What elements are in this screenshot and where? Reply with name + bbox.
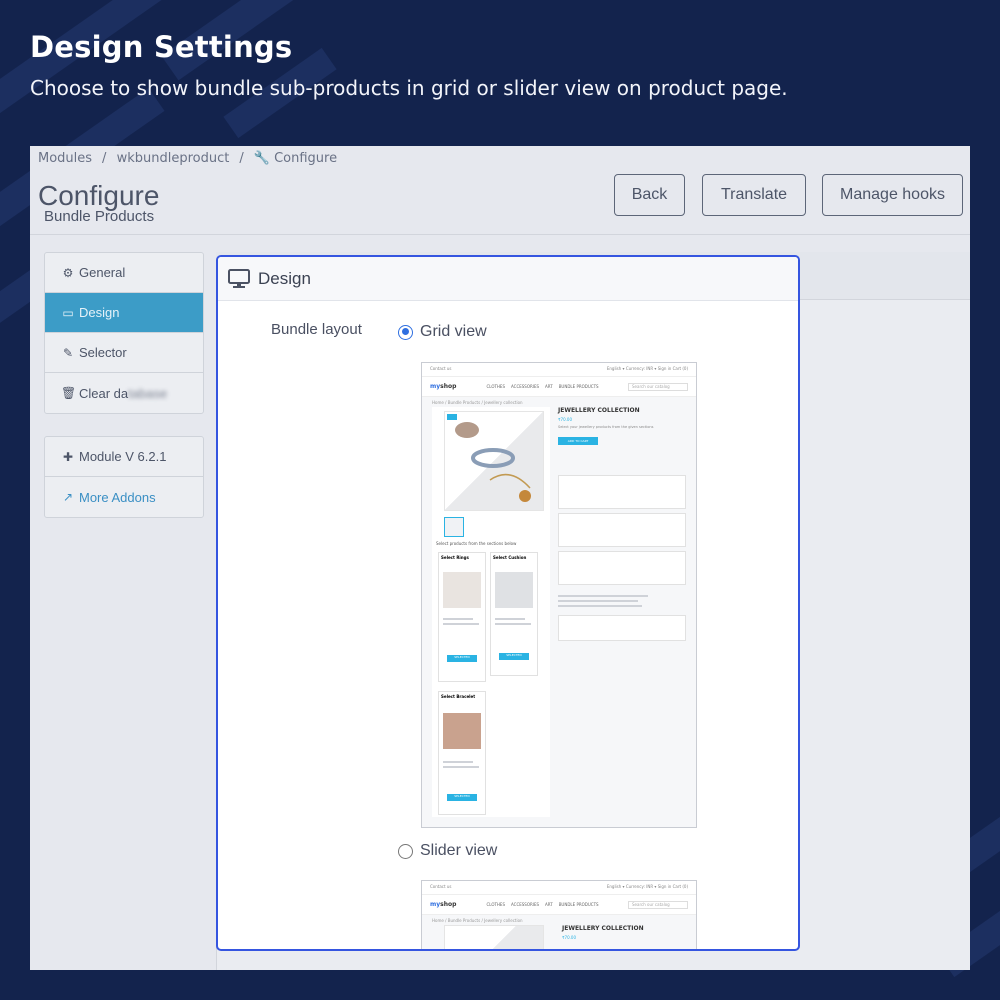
preview-description: Select your jewellery products from the …	[558, 425, 654, 429]
monitor-icon: ▭	[62, 305, 74, 320]
design-panel: Design Bundle layout Grid view Contact u…	[216, 255, 800, 951]
module-version: ✚ Module V 6.2.1	[45, 437, 203, 477]
panel-title: Design	[258, 268, 311, 288]
grid-view-label: Grid view	[420, 323, 487, 340]
preview-card-rings: Select Rings SELECTED	[438, 552, 486, 682]
divider	[30, 234, 970, 235]
preview-contact: Contact us	[430, 884, 452, 889]
more-addons-link[interactable]: ↗ More Addons	[45, 477, 203, 517]
breadcrumb-modules[interactable]: Modules	[38, 151, 92, 166]
headline: Design Settings Choose to show bundle su…	[30, 30, 788, 100]
preview-logo: myshop	[430, 901, 457, 908]
panel-header: Design	[218, 257, 798, 301]
blurred-text: tabase	[128, 385, 168, 401]
sidebar-info: ✚ Module V 6.2.1 ↗ More Addons	[44, 436, 204, 518]
monitor-icon	[228, 268, 250, 288]
preview-card-bracelet: Select Bracelet SELECTED	[438, 691, 486, 815]
sidebar-item-label: Selector	[79, 345, 127, 360]
sidebar-item-general[interactable]: ⚙ General	[45, 253, 203, 293]
external-link-icon: ↗	[62, 490, 74, 504]
preview-topbar-right: English ▾ Currency: INR ▾ Sign in Cart (…	[606, 884, 688, 889]
sidebar-item-label: General	[79, 265, 126, 280]
preview-left-column: Select products from the sections below …	[432, 407, 550, 817]
preview-topbar-right: English ▾ Currency: INR ▾ Sign in Cart (…	[606, 366, 688, 371]
preview-right-column: JEWELLERY COLLECTION ₹70.00 Select your …	[558, 407, 686, 707]
headline-title: Design Settings	[30, 30, 293, 64]
grid-view-preview: Contact us English ▾ Currency: INR ▾ Sign…	[421, 362, 697, 828]
sidebar-menu: ⚙ General ▭ Design ✎ Selector 🗑 Clear da…	[44, 252, 204, 414]
preview-select-label: Select products from the sections below	[436, 541, 517, 546]
translate-button[interactable]: Translate	[702, 174, 806, 216]
slider-view-radio[interactable]	[398, 843, 413, 859]
preview-main-image	[444, 411, 544, 511]
sidebar-item-label: Design	[79, 305, 120, 320]
preview-main-image	[444, 925, 544, 949]
breadcrumb-configure: Configure	[274, 151, 338, 166]
preview-card-cushion: Select Cushion SELECTED	[490, 552, 538, 676]
wrench-icon: 🔧	[253, 151, 271, 166]
breadcrumb: Modules / wkbundleproduct / 🔧 Configure	[38, 151, 338, 166]
preview-right-column: JEWELLERY COLLECTION ₹70.00	[562, 925, 644, 940]
preview-product-name: JEWELLERY COLLECTION	[558, 407, 640, 414]
preview-contact: Contact us	[430, 366, 452, 371]
bundle-layout-label: Bundle layout	[271, 321, 362, 338]
preview-search: Search our catalog	[628, 382, 688, 391]
puzzle-icon: ✚	[62, 449, 74, 464]
grid-view-option[interactable]: Grid view	[398, 323, 487, 341]
sidebar: ⚙ General ▭ Design ✎ Selector 🗑 Clear da…	[44, 252, 204, 540]
preview-menu: CLOTHES ACCESSORIES ART BUNDLE PRODUCTS	[486, 902, 599, 907]
sidebar-item-label: Clear da	[79, 385, 129, 401]
more-addons-label: More Addons	[79, 489, 156, 505]
preview-menu: CLOTHES ACCESSORIES ART BUNDLE PRODUCTS	[486, 384, 599, 389]
trash-icon: 🗑	[61, 386, 77, 400]
preview-search: Search our catalog	[628, 900, 688, 909]
module-version-label: Module V 6.2.1	[79, 449, 167, 464]
sidebar-item-selector[interactable]: ✎ Selector	[45, 333, 203, 373]
manage-hooks-button[interactable]: Manage hooks	[822, 174, 963, 216]
headline-subtitle: Choose to show bundle sub-products in gr…	[30, 76, 788, 100]
back-button[interactable]: Back	[614, 174, 685, 216]
preview-add-to-cart: ADD TO CART	[558, 437, 598, 445]
grid-view-radio[interactable]	[398, 324, 413, 340]
sidebar-item-clear[interactable]: 🗑 Clear da tabase	[45, 373, 203, 413]
gear-icon: ⚙	[62, 265, 74, 280]
preview-logo: myshop	[430, 383, 457, 390]
sidebar-item-design[interactable]: ▭ Design	[45, 293, 203, 333]
slider-view-label: Slider view	[420, 842, 498, 859]
edit-icon: ✎	[62, 345, 74, 360]
breadcrumb-module[interactable]: wkbundleproduct	[117, 151, 230, 166]
preview-price: ₹70.00	[558, 417, 572, 422]
preview-thumbnail	[444, 517, 464, 537]
slider-view-option[interactable]: Slider view	[398, 842, 497, 860]
page-subtitle: Bundle Products	[44, 208, 155, 225]
slider-view-preview: Contact us English ▾ Currency: INR ▾ Sign…	[421, 880, 697, 949]
